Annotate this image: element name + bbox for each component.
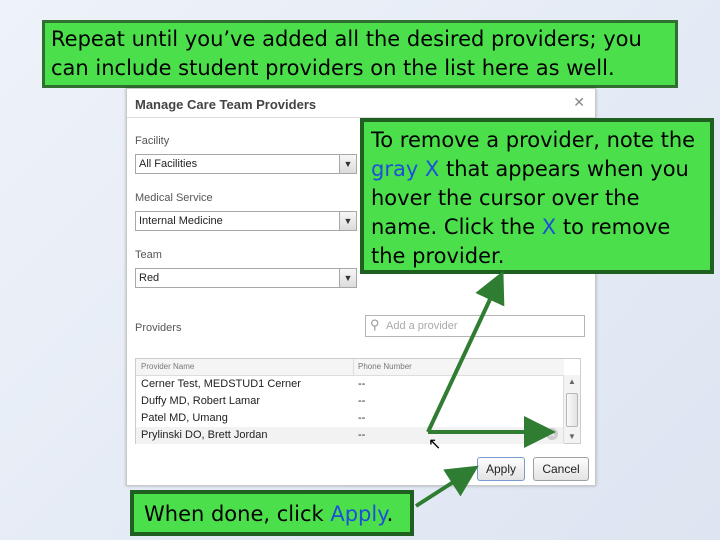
- mouse-cursor-icon: ↖: [428, 436, 442, 453]
- arrow-to-apply-button: [414, 465, 479, 508]
- arrow-to-remove-callout: [426, 270, 505, 433]
- annotation-arrows: [414, 270, 556, 508]
